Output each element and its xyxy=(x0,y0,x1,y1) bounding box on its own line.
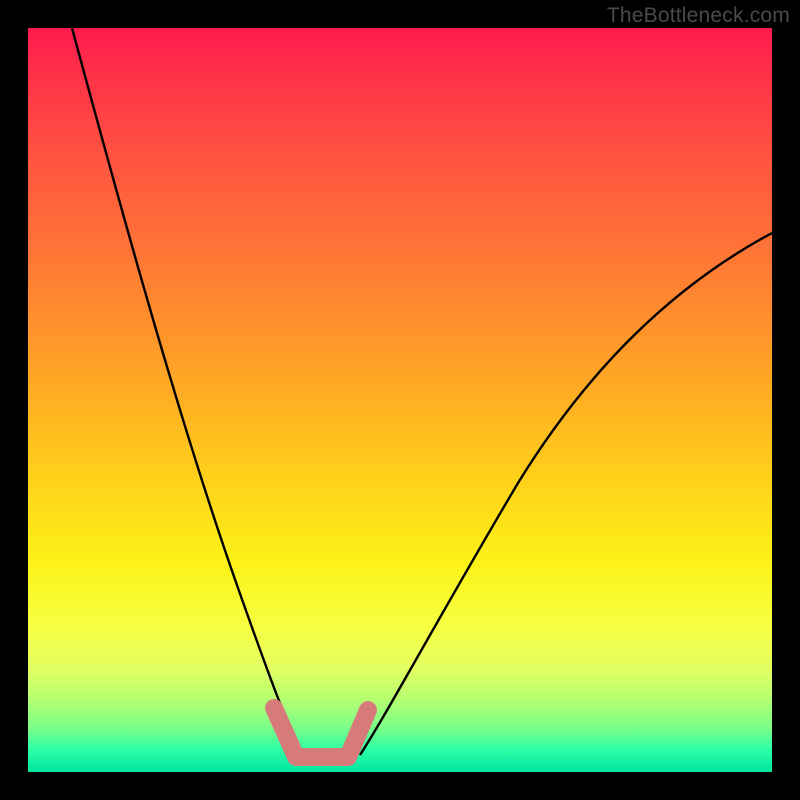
chart-frame: TheBottleneck.com xyxy=(0,0,800,800)
plot-area xyxy=(28,28,772,772)
right-curve-path xyxy=(360,233,772,755)
bottom-flat-highlight xyxy=(274,708,368,757)
attribution-text: TheBottleneck.com xyxy=(607,4,790,28)
left-curve-path xyxy=(72,28,303,755)
bottleneck-curve xyxy=(28,28,772,772)
